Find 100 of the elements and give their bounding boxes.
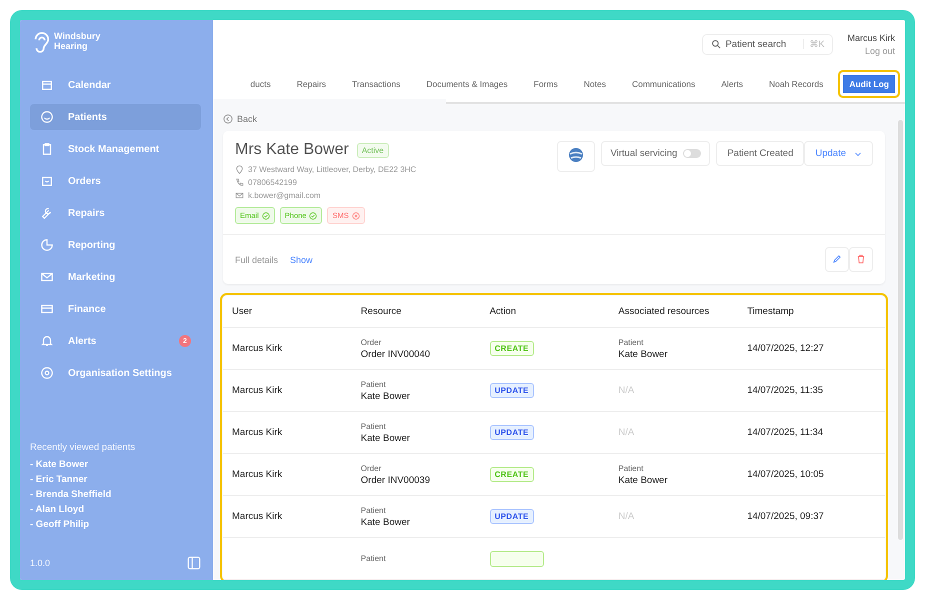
show-link[interactable]: Show [290, 254, 313, 264]
tab[interactable]: Transactions [341, 70, 412, 98]
resource-type: Patient [360, 554, 387, 563]
recent-patient-link[interactable]: - Alan Lloyd [30, 504, 201, 515]
collapse-sidebar-icon[interactable] [187, 556, 201, 570]
associated-resource: Kate Bower [618, 474, 669, 486]
location-pin-icon [235, 165, 244, 174]
sidebar-item[interactable]: Orders [30, 168, 201, 194]
associated-type: Patient [618, 464, 644, 472]
check-circle-icon [262, 212, 270, 220]
action-tag: UPDATE [490, 509, 534, 524]
back-link[interactable]: Back [223, 114, 885, 124]
wrench-icon [40, 206, 54, 220]
timestamp-cell: 14/07/2025, 10:05 [747, 469, 824, 480]
column-header: Action [490, 306, 517, 317]
recent-patient-link[interactable]: - Geoff Philip [30, 519, 201, 530]
timestamp-cell: 14/07/2025, 11:35 [747, 385, 824, 396]
action-tag: CREATE [490, 341, 534, 356]
patient-address: 37 Westward Way, Littleover, Derby, DE22 3HC [248, 165, 416, 174]
sidebar-item[interactable]: Marketing [30, 264, 201, 290]
resource-type: Patient [360, 506, 387, 514]
user-cell: Marcus Kirk [232, 343, 282, 354]
column-header: Associated resources [618, 306, 710, 317]
sidebar-item[interactable]: Organisation Settings [30, 360, 201, 386]
full-details-label: Full details [235, 254, 278, 264]
action-tag: CREATE [490, 467, 534, 482]
resource-type: Order [360, 338, 382, 346]
calendar-icon [40, 78, 54, 92]
tab[interactable]: Forms [522, 70, 569, 98]
resource-name: Kate Bower [360, 390, 411, 402]
resource-name: Kate Bower [360, 432, 411, 444]
sidebar-item[interactable]: Calendar [30, 72, 201, 98]
mail-icon [235, 191, 244, 200]
column-header: User [232, 306, 254, 317]
clipboard-icon [40, 142, 54, 156]
timestamp-cell: 14/07/2025, 12:27 [747, 343, 824, 354]
action-tag: UPDATE [490, 425, 534, 440]
user-cell: Marcus Kirk [232, 511, 282, 522]
pencil-icon [832, 254, 842, 264]
user-cell: Marcus Kirk [232, 385, 282, 396]
phone-icon [235, 178, 244, 187]
check-circle-icon [309, 212, 318, 220]
tab[interactable]: Audit Log [838, 70, 900, 98]
cross-circle-icon [352, 212, 360, 220]
associated-type: Patient [618, 338, 644, 346]
action-tag: UPDATE [490, 383, 534, 398]
search-icon [711, 39, 722, 50]
tab[interactable]: Noah Records [758, 70, 834, 98]
tab[interactable]: Communications [620, 70, 706, 98]
user-name: Marcus Kirk [847, 32, 895, 43]
sidebar-item[interactable]: Repairs [30, 200, 201, 226]
sidebar-item[interactable]: Patients [30, 104, 201, 130]
globe-button[interactable] [557, 141, 596, 172]
recent-patient-link[interactable]: - Brenda Sheffield [30, 489, 201, 500]
card-icon [40, 302, 54, 316]
update-dropdown-button[interactable]: Update [804, 141, 873, 166]
logout-link[interactable]: Log out [864, 46, 895, 56]
tab[interactable]: Alerts [710, 70, 754, 98]
tab[interactable]: Documents & Images [415, 70, 519, 98]
resource-type: Patient [360, 422, 387, 430]
chart-icon [40, 238, 54, 252]
patient-email: k.bower@gmail.com [248, 191, 321, 200]
resource-type: Order [360, 464, 382, 472]
recent-patient-link[interactable]: - Eric Tanner [30, 474, 201, 485]
timestamp-cell: 14/07/2025, 11:34 [747, 427, 824, 438]
user-cell: Marcus Kirk [232, 469, 282, 480]
associated-resource: Kate Bower [618, 348, 669, 360]
trash-icon [856, 254, 866, 264]
sidebar-item[interactable]: Finance [30, 296, 201, 322]
edit-button[interactable] [825, 247, 849, 272]
shortcut-hint: ⌘K [803, 39, 824, 50]
resource-name: Order INV00039 [360, 474, 431, 486]
delete-button[interactable] [849, 247, 873, 272]
ear-logo-icon [32, 30, 50, 54]
sidebar-item[interactable]: Stock Management [30, 136, 201, 162]
timestamp-cell: 14/07/2025, 09:37 [747, 511, 824, 522]
patient-phone: 07806542199 [248, 178, 297, 187]
virtual-servicing-label: Virtual servicing [610, 148, 678, 159]
bell-icon [40, 334, 54, 348]
resource-name: Order INV00040 [360, 348, 431, 360]
user-cell: Marcus Kirk [232, 427, 282, 438]
logo-text: Windsbury Hearing [54, 32, 102, 52]
sidebar-item[interactable]: Reporting [30, 232, 201, 258]
resource-name: Kate Bower [360, 516, 411, 528]
mail-icon [40, 270, 54, 284]
status-tag: Active [356, 142, 389, 158]
tab[interactable]: ducts [239, 70, 282, 98]
patient-name: Mrs Kate Bower [235, 141, 349, 159]
recent-patients-heading: Recently viewed patients [30, 442, 136, 453]
toggle-switch[interactable] [683, 149, 702, 158]
resource-type: Patient [360, 380, 387, 388]
gear-icon [40, 366, 54, 380]
globe-icon [568, 147, 584, 163]
tab[interactable]: Repairs [286, 70, 338, 98]
recent-patient-link[interactable]: - Kate Bower [30, 459, 201, 470]
scrollbar[interactable] [898, 120, 903, 540]
column-header: Resource [360, 306, 402, 317]
search-box[interactable]: Patient search ⌘K [702, 34, 834, 55]
tab[interactable]: Notes [572, 70, 617, 98]
patient-created-button[interactable]: Patient Created [716, 141, 804, 166]
